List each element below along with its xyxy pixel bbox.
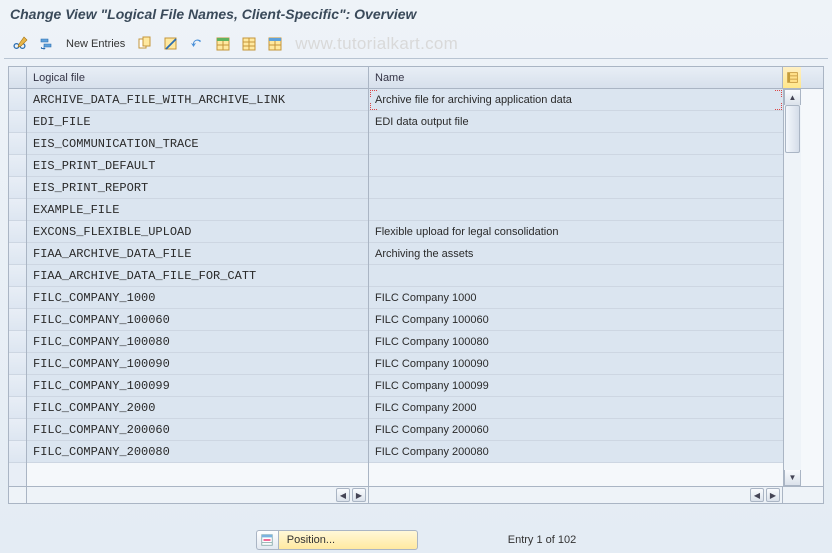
- vertical-scrollbar: ▲ ▼: [783, 89, 801, 486]
- logical-file-cell[interactable]: EIS_PRINT_DEFAULT: [27, 155, 368, 177]
- grid-body: ARCHIVE_DATA_FILE_WITH_ARCHIVE_LINKEDI_F…: [9, 89, 823, 486]
- hscroll-rowsel: [9, 487, 27, 503]
- row-selector[interactable]: [9, 177, 26, 199]
- hscroll-right-logical[interactable]: ▶: [352, 488, 366, 502]
- logical-file-cell[interactable]: FILC_COMPANY_200080: [27, 441, 368, 463]
- table-green-icon: [215, 36, 231, 52]
- row-selector[interactable]: [9, 221, 26, 243]
- row-selector[interactable]: [9, 375, 26, 397]
- row-selector[interactable]: [9, 199, 26, 221]
- logical-file-cell[interactable]: FIAA_ARCHIVE_DATA_FILE: [27, 243, 368, 265]
- name-cell[interactable]: [369, 133, 783, 155]
- row-selector[interactable]: [9, 155, 26, 177]
- toggle-display-change-button[interactable]: [8, 33, 32, 55]
- row-selector[interactable]: [9, 287, 26, 309]
- find-button[interactable]: [34, 33, 58, 55]
- logical-file-cell[interactable]: EXCONS_FLEXIBLE_UPLOAD: [27, 221, 368, 243]
- row-selector[interactable]: [9, 419, 26, 441]
- name-cell[interactable]: [369, 177, 783, 199]
- logical-file-cell[interactable]: ARCHIVE_DATA_FILE_WITH_ARCHIVE_LINK: [27, 89, 368, 111]
- name-cell[interactable]: FILC Company 200060: [369, 419, 783, 441]
- watermark-text: www.tutorialkart.com: [295, 34, 458, 54]
- new-entries-button[interactable]: New Entries: [60, 33, 131, 55]
- table-plain-icon: [241, 36, 257, 52]
- page-title: Change View "Logical File Names, Client-…: [0, 0, 832, 30]
- name-cell[interactable]: Archive file for archiving application d…: [369, 89, 783, 111]
- row-selector[interactable]: [9, 397, 26, 419]
- name-cell[interactable]: EDI data output file: [369, 111, 783, 133]
- hscroll-right-name[interactable]: ▶: [766, 488, 780, 502]
- name-cell[interactable]: Archiving the assets: [369, 243, 783, 265]
- deselect-all-button[interactable]: [237, 33, 261, 55]
- logical-file-cell[interactable]: FILC_COMPANY_200060: [27, 419, 368, 441]
- row-selector[interactable]: [9, 243, 26, 265]
- hscroll-left-logical[interactable]: ◀: [336, 488, 350, 502]
- logical-file-cell[interactable]: FILC_COMPANY_100099: [27, 375, 368, 397]
- find-replace-icon: [38, 36, 54, 52]
- grid-header: Logical file Name: [9, 67, 823, 89]
- logical-file-cell[interactable]: EIS_COMMUNICATION_TRACE: [27, 133, 368, 155]
- row-selector[interactable]: [9, 89, 26, 111]
- copy-as-button[interactable]: [133, 33, 157, 55]
- logical-file-cell[interactable]: EDI_FILE: [27, 111, 368, 133]
- scroll-down-button[interactable]: ▼: [784, 470, 801, 486]
- glasses-pencil-icon: [12, 36, 28, 52]
- delete-button[interactable]: [159, 33, 183, 55]
- hscroll-left-name[interactable]: ◀: [750, 488, 764, 502]
- name-cell[interactable]: FILC Company 2000: [369, 397, 783, 419]
- logical-file-cell[interactable]: FILC_COMPANY_2000: [27, 397, 368, 419]
- undo-button[interactable]: [185, 33, 209, 55]
- row-selector[interactable]: [9, 111, 26, 133]
- copy-docs-icon: [137, 36, 153, 52]
- row-selector[interactable]: [9, 353, 26, 375]
- scroll-thumb[interactable]: [785, 105, 800, 153]
- hscroll-name: ◀ ▶: [369, 487, 783, 503]
- position-button[interactable]: Position...: [278, 530, 418, 550]
- name-cell[interactable]: FILC Company 100060: [369, 309, 783, 331]
- position-control: Position...: [256, 530, 418, 550]
- toolbar-divider: [4, 58, 828, 59]
- undo-icon: [189, 36, 205, 52]
- name-cell[interactable]: [369, 265, 783, 287]
- row-selector[interactable]: [9, 265, 26, 287]
- table-config-icon: [786, 71, 799, 84]
- position-icon-cell[interactable]: [256, 530, 278, 550]
- table-settings-button[interactable]: [263, 33, 287, 55]
- name-cell[interactable]: FILC Company 100099: [369, 375, 783, 397]
- logical-file-cell[interactable]: EXAMPLE_FILE: [27, 199, 368, 221]
- name-cell[interactable]: FILC Company 100080: [369, 331, 783, 353]
- entry-counter: Entry 1 of 102: [508, 534, 577, 546]
- delete-row-icon: [163, 36, 179, 52]
- logical-file-cell[interactable]: EIS_PRINT_REPORT: [27, 177, 368, 199]
- select-all-button[interactable]: [211, 33, 235, 55]
- logical-file-cell[interactable]: FILC_COMPANY_1000: [27, 287, 368, 309]
- position-icon: [260, 533, 274, 547]
- logical-file-cell[interactable]: FILC_COMPANY_100090: [27, 353, 368, 375]
- name-cell[interactable]: [369, 155, 783, 177]
- logical-file-cell[interactable]: FILC_COMPANY_100060: [27, 309, 368, 331]
- data-grid: Logical file Name ARCHIVE_DATA_FILE_WITH…: [8, 66, 824, 504]
- horizontal-scrollbar-row: ◀ ▶ ◀ ▶: [9, 486, 823, 503]
- table-blue-icon: [267, 36, 283, 52]
- name-cell[interactable]: FILC Company 1000: [369, 287, 783, 309]
- scroll-up-button[interactable]: ▲: [784, 89, 801, 105]
- col-header-logical-file[interactable]: Logical file: [27, 67, 369, 88]
- table-config-button[interactable]: [783, 67, 801, 88]
- toolbar: New Entries: [0, 30, 832, 58]
- row-selector-header[interactable]: [9, 67, 27, 88]
- row-selector[interactable]: [9, 133, 26, 155]
- row-selector[interactable]: [9, 309, 26, 331]
- footer-area: Position... Entry 1 of 102: [0, 504, 832, 550]
- row-selector[interactable]: [9, 331, 26, 353]
- name-cell[interactable]: FILC Company 200080: [369, 441, 783, 463]
- name-cell[interactable]: Flexible upload for legal consolidation: [369, 221, 783, 243]
- logical-file-cell[interactable]: FILC_COMPANY_100080: [27, 331, 368, 353]
- hscroll-logical: ◀ ▶: [27, 487, 369, 503]
- name-cell[interactable]: [369, 199, 783, 221]
- logical-file-cell[interactable]: FIAA_ARCHIVE_DATA_FILE_FOR_CATT: [27, 265, 368, 287]
- col-header-name[interactable]: Name: [369, 67, 783, 88]
- name-cell[interactable]: FILC Company 100090: [369, 353, 783, 375]
- hscroll-corner: [783, 487, 801, 503]
- row-selector[interactable]: [9, 441, 26, 463]
